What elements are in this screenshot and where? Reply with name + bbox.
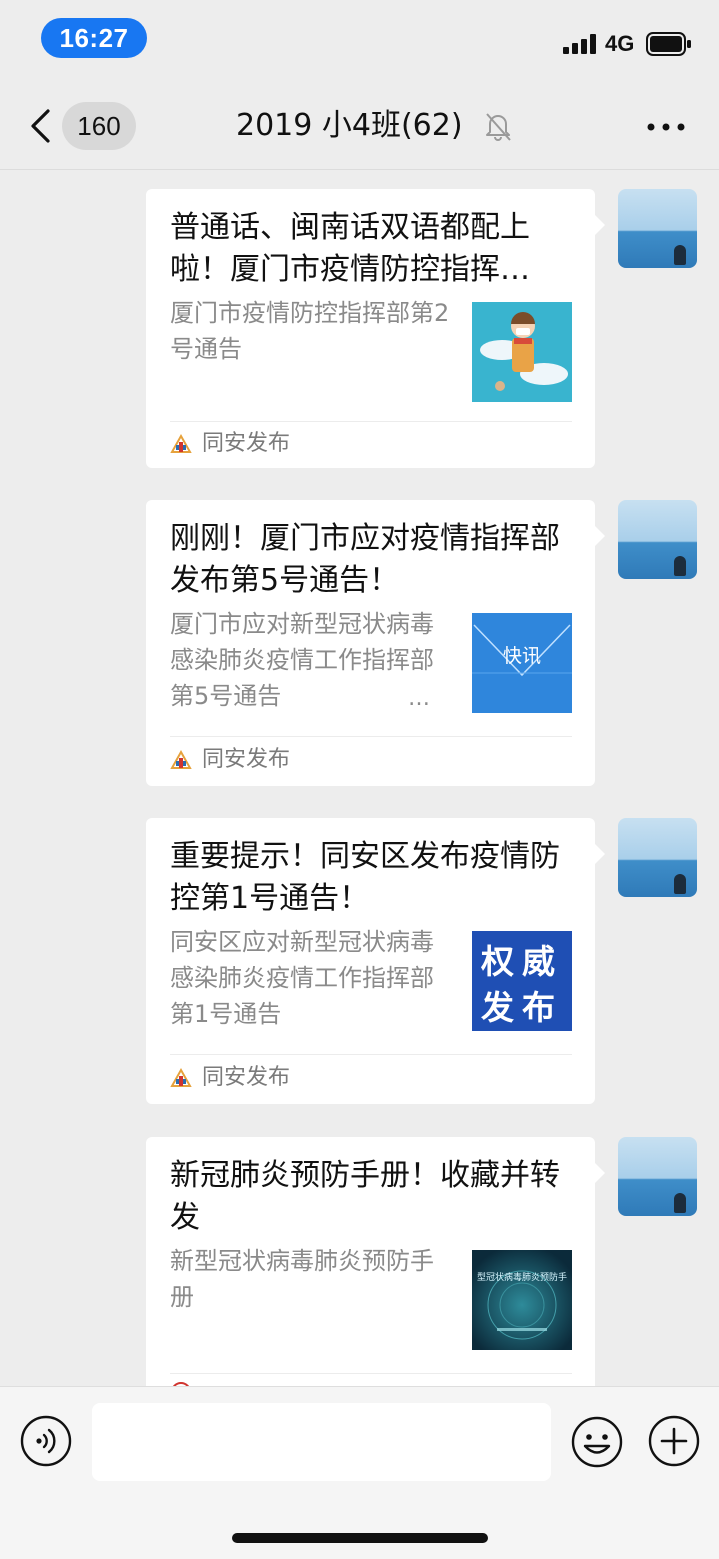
avatar[interactable]	[618, 818, 697, 897]
svg-text:发布: 发布	[481, 988, 563, 1027]
avatar[interactable]	[618, 500, 697, 579]
article-title: 重要提示！同安区发布疫情防控第1号通告！	[170, 839, 560, 916]
unread-count-badge[interactable]: 160	[62, 102, 136, 150]
article-description: 新型冠状病毒肺炎预防手册	[170, 1247, 434, 1311]
chat-header: 160 2019 小4班(62)	[0, 80, 719, 170]
article-card[interactable]: 刚刚！厦门市应对疫情指挥部发布第5号通告！ 厦门市应对新型冠状病毒感染肺炎疫情工…	[146, 500, 605, 786]
plus-icon[interactable]	[648, 1415, 700, 1467]
battery-icon	[646, 32, 691, 56]
article-thumbnail	[472, 302, 572, 402]
message-item: 新冠肺炎预防手册！收藏并转发 新型冠状病毒肺炎预防手册 型冠状病毒肺炎预防手	[0, 1137, 719, 1386]
article-description: 同安区应对新型冠状病毒感染肺炎疫情工作指挥部第1号通告	[170, 928, 434, 1028]
article-source: 同安发布	[202, 431, 291, 456]
thumb-text: 型冠状病毒肺炎预防手	[477, 1271, 567, 1283]
authority-release-graphic: 权威 发布	[472, 931, 572, 1031]
status-bar: 16:27 4G	[0, 0, 719, 80]
source-logo-icon	[170, 1067, 192, 1087]
muted-bell-icon	[486, 113, 511, 141]
article-title: 刚刚！厦门市应对疫情指挥部发布第5号通告！	[170, 521, 560, 598]
message-input[interactable]	[92, 1403, 551, 1481]
avatar[interactable]	[618, 189, 697, 268]
prevention-handbook-graphic: 型冠状病毒肺炎预防手	[472, 1250, 572, 1350]
article-thumbnail: 型冠状病毒肺炎预防手	[472, 1250, 572, 1350]
article-description: 厦门市疫情防控指挥部第2号通告	[170, 299, 450, 363]
avatar[interactable]	[618, 1137, 697, 1216]
home-indicator[interactable]	[232, 1533, 488, 1543]
source-logo-icon	[170, 749, 192, 769]
message-item: 刚刚！厦门市应对疫情指挥部发布第5号通告！ 厦门市应对新型冠状病毒感染肺炎疫情工…	[0, 500, 719, 787]
message-item: 普通话、闽南话双语都配上啦！厦门市疫情防控指挥… 厦门市疫情防控指挥部第2号通告	[0, 189, 719, 469]
message-list[interactable]: 普通话、闽南话双语都配上啦！厦门市疫情防控指挥… 厦门市疫情防控指挥部第2号通告	[0, 170, 719, 1386]
news-flash-graphic: 快讯	[472, 613, 572, 713]
article-title: 普通话、闽南话双语都配上啦！厦门市疫情防控指挥…	[170, 210, 530, 287]
more-options-icon[interactable]	[646, 122, 686, 132]
chat-title: 2019 小4班(62)	[236, 108, 463, 143]
chat-input-bar	[0, 1386, 719, 1559]
article-thumbnail: 权威 发布	[472, 931, 572, 1031]
back-chevron-icon[interactable]	[28, 108, 52, 144]
emoji-icon[interactable]	[570, 1415, 624, 1469]
svg-text:权威: 权威	[480, 942, 563, 981]
status-time: 16:27	[41, 18, 147, 58]
article-source: 同安发布	[202, 1065, 291, 1090]
article-card[interactable]: 普通话、闽南话双语都配上啦！厦门市疫情防控指挥… 厦门市疫情防控指挥部第2号通告	[146, 189, 605, 468]
article-source: 同安发布	[202, 747, 291, 772]
message-item: 重要提示！同安区发布疫情防控第1号通告！ 同安区应对新型冠状病毒感染肺炎疫情工作…	[0, 818, 719, 1105]
article-thumbnail: 快讯	[472, 613, 572, 713]
source-logo-icon	[170, 433, 192, 453]
article-card[interactable]: 新冠肺炎预防手册！收藏并转发 新型冠状病毒肺炎预防手册 型冠状病毒肺炎预防手	[146, 1137, 605, 1386]
article-title: 新冠肺炎预防手册！收藏并转发	[170, 1158, 560, 1235]
thumb-text: 快讯	[503, 645, 541, 667]
article-card[interactable]: 重要提示！同安区发布疫情防控第1号通告！ 同安区应对新型冠状病毒感染肺炎疫情工作…	[146, 818, 605, 1104]
network-label: 4G	[605, 31, 635, 56]
cartoon-child-mask-icon	[472, 302, 572, 402]
voice-input-icon[interactable]	[20, 1415, 72, 1467]
signal-icon	[563, 34, 596, 54]
description-ellipsis: …	[408, 686, 430, 711]
